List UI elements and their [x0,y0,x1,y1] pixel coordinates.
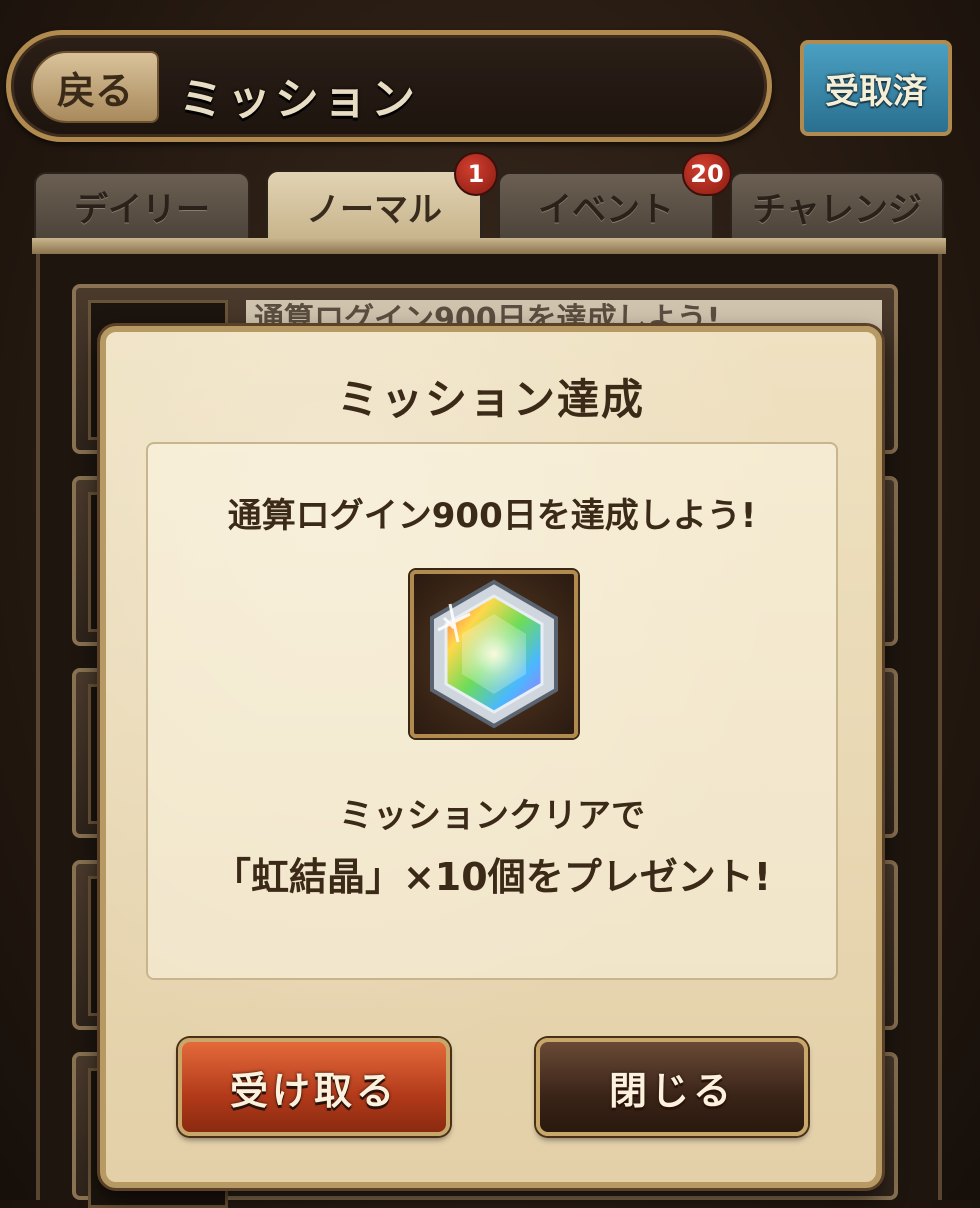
tab-label: チャレンジ [752,189,922,230]
back-button[interactable]: 戻る [31,51,159,123]
dialog-title: ミッション達成 [336,375,645,424]
reward-item-frame [410,570,578,738]
tab-normal-badge: 1 [454,152,498,196]
received-button[interactable]: 受取済 [800,40,952,136]
reward-description-line1: ミッションクリアで [339,796,645,836]
reward-description-line2: 「虹結晶」×10個をプレゼント! [212,855,772,899]
dialog-content-panel: 通算ログイン900日を達成しよう! ミッションクリアで 「虹結晶」×10個をプレ… [146,442,838,980]
tab-normal[interactable]: ノーマル [266,170,482,242]
close-button[interactable]: 閉じる [536,1038,808,1136]
tab-label: デイリー [74,189,210,230]
tab-event-badge: 20 [682,152,732,196]
tab-event[interactable]: イベント [498,172,714,240]
tab-label: ノーマル [306,189,442,230]
tab-label: イベント [538,189,674,230]
mission-complete-dialog: ミッション達成 通算ログイン900日を達成しよう! ミッションクリアで 「虹結晶… [100,326,882,1188]
header-bar: 戻る ミッション [6,30,772,142]
tab-challenge[interactable]: チャレンジ [730,172,944,240]
receive-button[interactable]: 受け取る [178,1038,450,1136]
rainbow-crystal-icon [430,579,558,729]
tab-underline [32,238,946,254]
page-title: ミッション [179,74,419,125]
tab-daily[interactable]: デイリー [34,172,250,240]
mission-description: 通算ログイン900日を達成しよう! [227,496,757,536]
